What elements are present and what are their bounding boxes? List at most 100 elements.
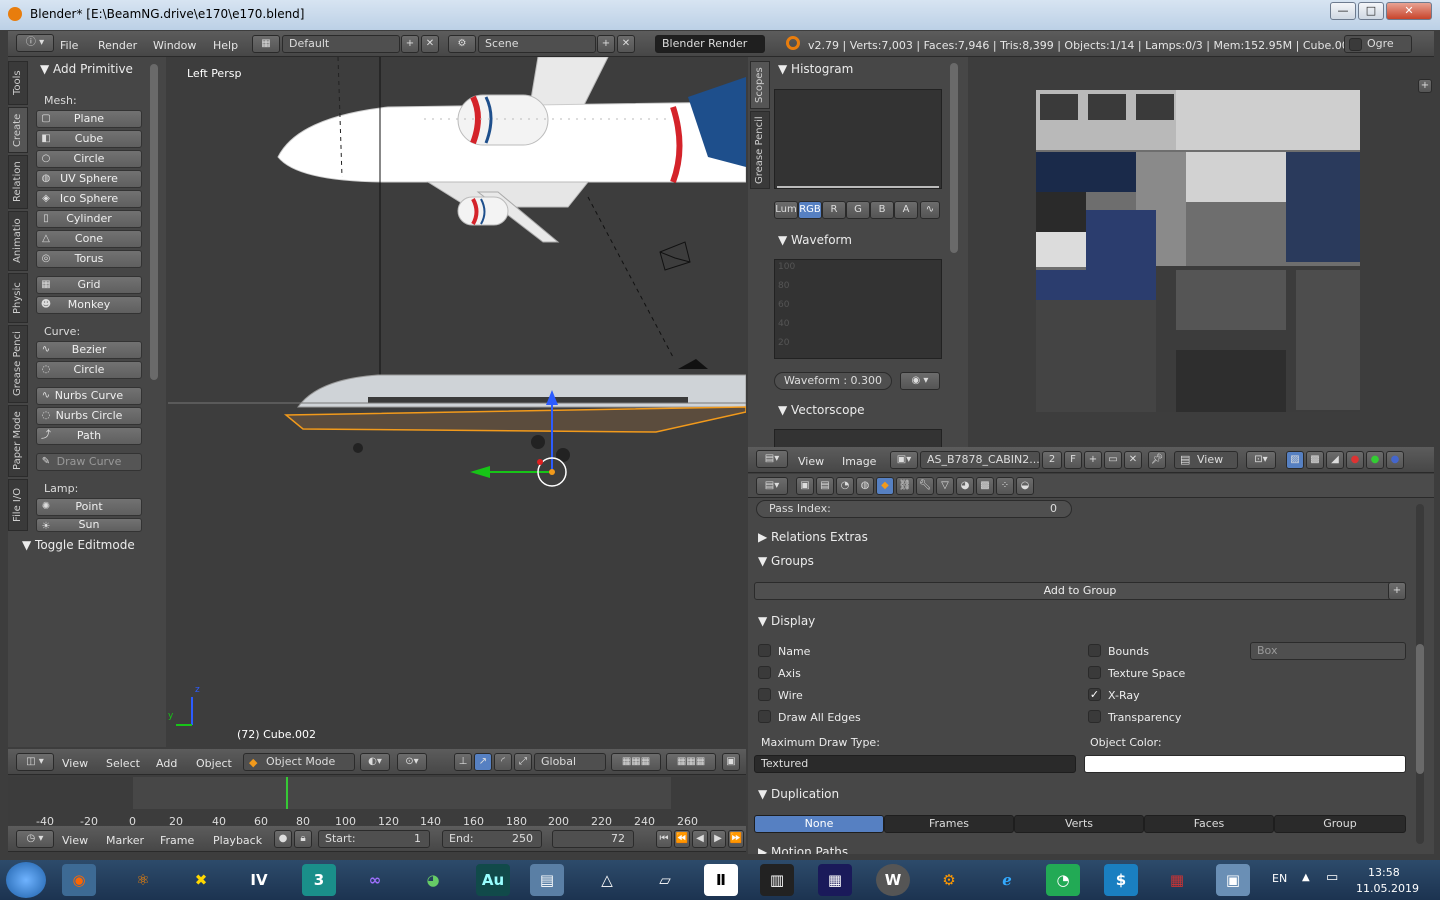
clock-date[interactable]: 11.05.2019 — [1356, 882, 1419, 895]
duplication-header[interactable]: ▼ Duplication — [758, 787, 839, 801]
scene-icon[interactable]: ⚙ — [448, 35, 476, 53]
mode-select[interactable]: ◆ Object Mode — [243, 753, 355, 771]
bounds-checkbox[interactable] — [1088, 644, 1101, 657]
clock-time[interactable]: 13:58 — [1368, 866, 1400, 879]
menu-render[interactable]: Render — [98, 39, 137, 52]
add-nurbs-curve-button[interactable]: ∿ Nurbs Curve — [36, 387, 142, 405]
image-browse-icon[interactable]: ▣▾ — [890, 451, 918, 469]
waveform-opacity-field[interactable]: Waveform : 0.300 — [774, 372, 892, 390]
groups-header[interactable]: ▼ Groups — [758, 554, 814, 568]
particles-context-icon[interactable]: ⁘ — [996, 477, 1014, 495]
physics-context-icon[interactable]: ◒ — [1016, 477, 1034, 495]
scene-field[interactable]: Scene — [478, 35, 596, 53]
add-cylinder-button[interactable]: ▯ Cylinder — [36, 210, 142, 228]
img-menu-image[interactable]: Image — [842, 455, 876, 468]
image-name-field[interactable]: AS_B7878_CABIN2... — [920, 451, 1040, 469]
w-app-icon[interactable]: W — [876, 864, 910, 896]
play-icon[interactable]: ▶ — [710, 830, 726, 848]
tl-menu-view[interactable]: View — [62, 834, 88, 847]
add-primitive-header[interactable]: ▼ Add Primitive — [40, 62, 133, 76]
render-layers-context-icon[interactable]: ▤ — [816, 477, 834, 495]
waveform-header[interactable]: ▼ Waveform — [778, 233, 852, 247]
menu-help[interactable]: Help — [213, 39, 238, 52]
add-path-button[interactable]: ⤴ Path — [36, 427, 142, 445]
x-app-icon[interactable]: ✖ — [184, 864, 218, 896]
editor-type-icon[interactable]: ⓘ ▾ — [16, 34, 54, 52]
current-frame-marker[interactable] — [286, 777, 288, 809]
pin-icon[interactable]: 📌︎ — [1148, 451, 1166, 469]
layout-icon[interactable]: ▦ — [252, 35, 280, 53]
world-context-icon[interactable]: ◍ — [856, 477, 874, 495]
display-alpha-icon[interactable]: ▩ — [1306, 451, 1324, 469]
3d-viewport[interactable]: Left Persp z y (72) Cube.002 — [168, 57, 746, 747]
add-sun-lamp-button[interactable]: ☀ Sun — [36, 518, 142, 532]
display-z-icon[interactable]: ◢ — [1326, 451, 1344, 469]
tray-expand-icon[interactable]: ▲ — [1302, 872, 1310, 883]
add-nurbs-circle-button[interactable]: ◌ Nurbs Circle — [36, 407, 142, 425]
add-layout-icon[interactable]: + — [401, 35, 419, 53]
add-plane-button[interactable]: ▢ Plane — [36, 110, 142, 128]
vectorscope-header[interactable]: ▼ Vectorscope — [778, 403, 864, 417]
start-frame-field[interactable]: Start: 1 — [318, 830, 430, 848]
render-engine-select[interactable]: Blender Render — [655, 35, 765, 53]
image-editor-type-icon[interactable]: ▤▾ — [756, 450, 788, 468]
red-channel-icon[interactable]: ● — [1346, 451, 1364, 469]
add-bezier-button[interactable]: ∿ Bezier — [36, 341, 142, 359]
translate-icon[interactable]: ↗ — [474, 753, 492, 771]
waveform-mode-icon[interactable]: ◉ ▾ — [900, 372, 940, 390]
name-checkbox[interactable] — [758, 644, 771, 657]
layers-grid-2-icon[interactable]: ▦▦▦ — [666, 753, 716, 771]
toggle-editmode-header[interactable]: ▼ Toggle Editmode — [22, 538, 135, 552]
start-button[interactable] — [6, 862, 46, 898]
display-rgba-icon[interactable]: ▨ — [1286, 451, 1304, 469]
object-color-swatch[interactable] — [1084, 755, 1406, 773]
motion-paths-header[interactable]: ▶ Motion Paths — [758, 845, 848, 854]
visual-studio-icon[interactable]: ∞ — [358, 864, 392, 896]
language-indicator[interactable]: EN — [1272, 872, 1287, 885]
add-group-icon[interactable]: + — [1388, 582, 1406, 600]
tl-menu-marker[interactable]: Marker — [106, 834, 144, 847]
view-mode-select[interactable]: ▤ View — [1174, 451, 1238, 469]
new-image-icon[interactable]: + — [1084, 451, 1102, 469]
menu-window[interactable]: Window — [153, 39, 196, 52]
scene-context-icon[interactable]: ◔ — [836, 477, 854, 495]
axis-checkbox[interactable] — [758, 666, 771, 679]
x-ray-checkbox[interactable]: ✓ — [1088, 688, 1101, 701]
add-uv-sphere-button[interactable]: ◍ UV Sphere — [36, 170, 142, 188]
fake-user-button[interactable]: F — [1064, 451, 1082, 469]
blue-channel-icon[interactable]: ● — [1386, 451, 1404, 469]
prev-keyframe-icon[interactable]: ⏪ — [674, 830, 690, 848]
viewport-editor-icon[interactable]: ◫ ▾ — [16, 753, 54, 771]
tab-physics[interactable]: Physic — [8, 273, 28, 323]
max-draw-type-select[interactable]: Textured — [754, 755, 1076, 773]
add-cube-button[interactable]: ◧ Cube — [36, 130, 142, 148]
network-app-icon[interactable]: ⚛ — [126, 864, 160, 896]
render-context-icon[interactable]: ▣ — [796, 477, 814, 495]
vp-menu-add[interactable]: Add — [156, 757, 177, 770]
tab-grease-pencil-scopes[interactable]: Grease Pencil — [750, 111, 770, 189]
tl-menu-frame[interactable]: Frame — [160, 834, 194, 847]
viewport-shading-icon[interactable]: ◐▾ — [360, 753, 390, 771]
vp-menu-view[interactable]: View — [62, 757, 88, 770]
add-cone-button[interactable]: △ Cone — [36, 230, 142, 248]
iv-app-icon[interactable]: IV — [242, 864, 276, 896]
image-toolbar-toggle-icon[interactable]: + — [1418, 79, 1432, 93]
modifiers-context-icon[interactable]: 🔧︎ — [916, 477, 934, 495]
explorer-icon[interactable]: ▤ — [530, 864, 564, 896]
relations-extras-header[interactable]: ▶ Relations Extras — [758, 530, 868, 544]
tab-relation[interactable]: Relation — [8, 155, 28, 209]
transparency-checkbox[interactable] — [1088, 710, 1101, 723]
add-bezier-circle-button[interactable]: ◌ Circle — [36, 361, 142, 379]
add-scene-icon[interactable]: + — [597, 35, 615, 53]
ogre-checkbox[interactable] — [1349, 38, 1362, 51]
image-editor[interactable]: + — [968, 57, 1434, 447]
tab-tools[interactable]: Tools — [8, 61, 28, 105]
control-panel-icon[interactable]: ▣ — [1216, 864, 1250, 896]
end-frame-field[interactable]: End: 250 — [442, 830, 542, 848]
minimize-button[interactable]: — — [1330, 2, 1356, 20]
tab-grease-pencil[interactable]: Grease Penci — [8, 325, 28, 403]
add-torus-button[interactable]: ◎ Torus — [36, 250, 142, 268]
menu-file[interactable]: File — [60, 39, 78, 52]
layers-grid-icon[interactable]: ▦▦▦ — [611, 753, 661, 771]
tl-menu-playback[interactable]: Playback — [213, 834, 262, 847]
